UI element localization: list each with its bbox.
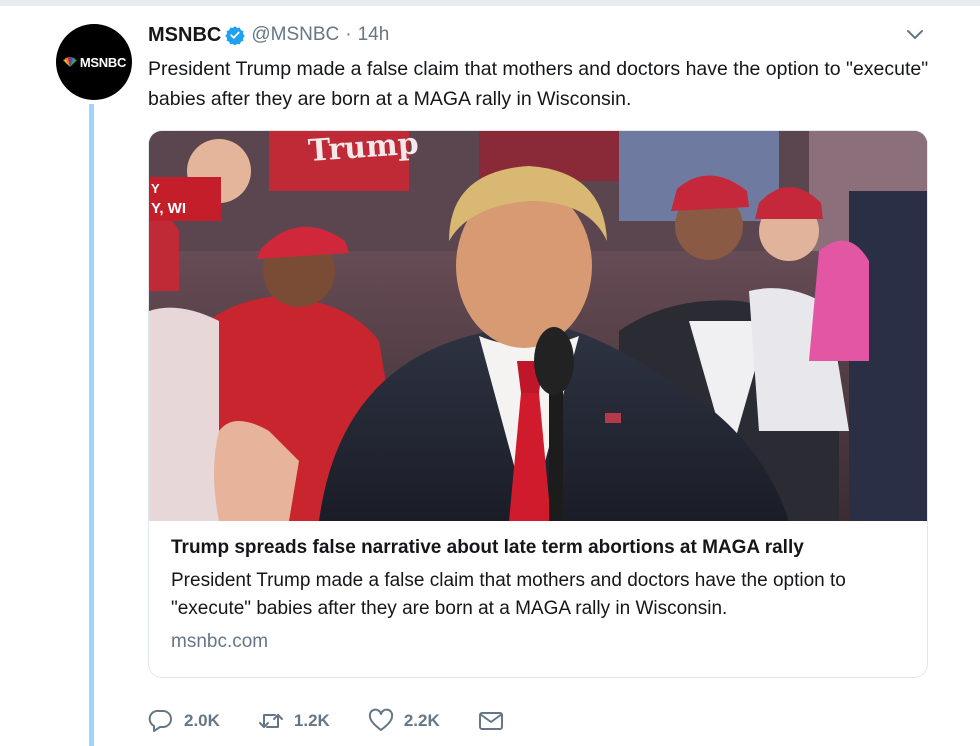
reply-icon [148, 709, 172, 732]
like-button[interactable]: 2.2K [368, 708, 440, 734]
tweet-actions: 2.0K 1.2K 2.2K [148, 706, 542, 736]
tweet-header: MSNBC @MSNBC · 14h [148, 22, 389, 48]
author-handle[interactable]: @MSNBC [251, 24, 339, 46]
author-name[interactable]: MSNBC [148, 24, 221, 47]
overlay-line-2: Y, WI [151, 200, 186, 217]
like-count: 2.2K [403, 711, 440, 730]
reply-count: 2.0K [184, 711, 220, 730]
rally-photo: Trump Y Y, WI [149, 131, 927, 521]
chevron-down-icon[interactable] [904, 26, 926, 44]
retweet-icon [258, 714, 283, 728]
avatar-label: MSNBC [79, 54, 127, 70]
separator-dot: · [345, 24, 352, 45]
avatar[interactable]: MSNBC [56, 24, 132, 100]
retweet-button[interactable]: 1.2K [258, 708, 330, 734]
direct-message-icon [478, 712, 503, 730]
overlay-line-1: Y [151, 181, 160, 196]
verified-icon [225, 26, 246, 45]
tweet-timestamp[interactable]: 14h [358, 24, 390, 46]
card-domain[interactable]: msnbc.com [171, 631, 911, 653]
tweet-text: President Trump made a false claim that … [148, 58, 929, 110]
link-card[interactable]: Trump Y Y, WI Trump spreads false narrat… [148, 130, 928, 678]
reply-button[interactable]: 2.0K [148, 708, 220, 734]
top-divider [0, 0, 980, 6]
thread-line [89, 104, 94, 746]
card-description: President Trump made a false claim that … [171, 570, 846, 619]
retweet-count: 1.2K [293, 711, 330, 730]
card-title[interactable]: Trump spreads false narrative about late… [171, 535, 911, 561]
like-icon [368, 708, 393, 731]
peacock-logo-icon [62, 57, 77, 67]
card-image[interactable]: Trump Y Y, WI [149, 131, 927, 521]
direct-message-button[interactable] [478, 708, 504, 734]
